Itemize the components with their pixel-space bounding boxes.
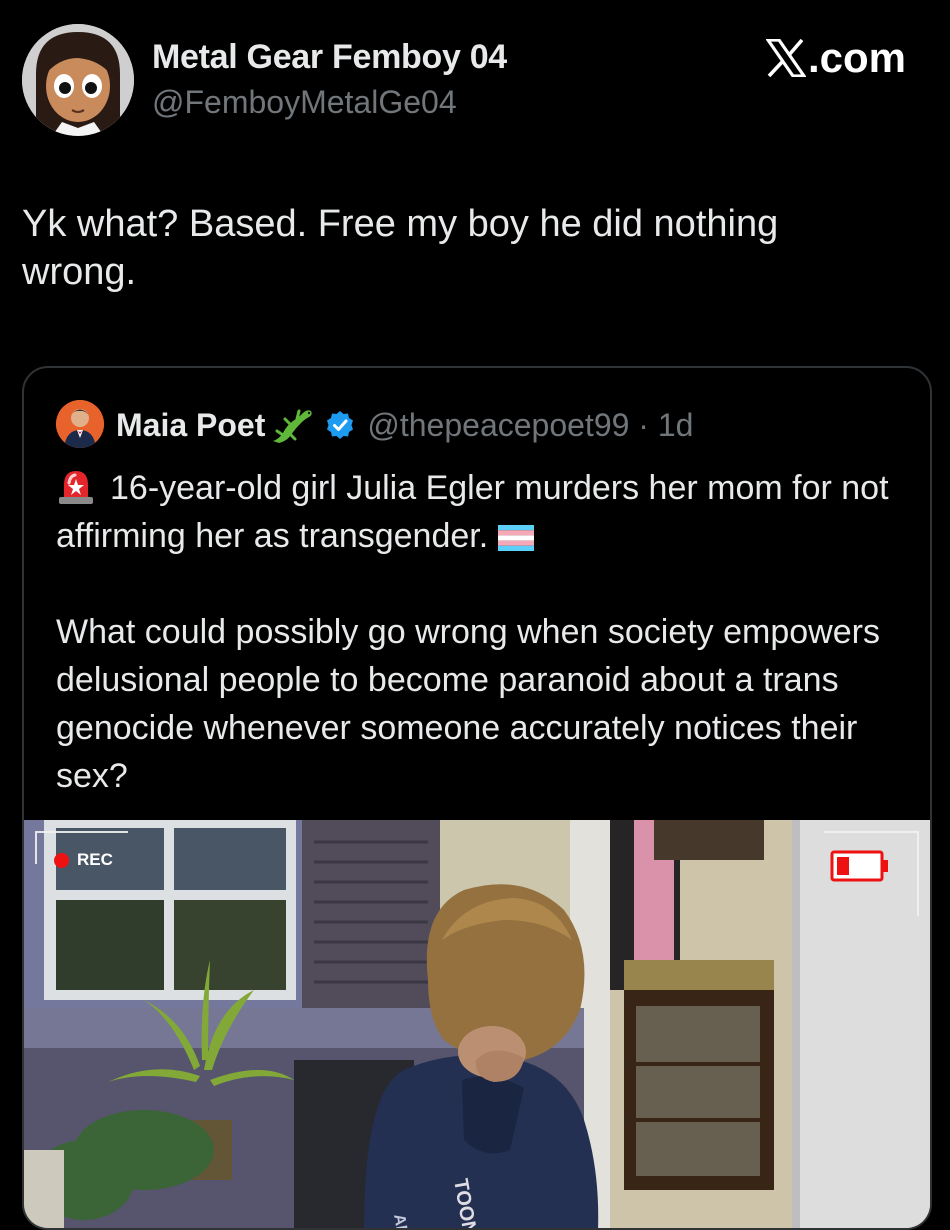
rec-label: REC — [77, 850, 113, 869]
quoted-author-avatar[interactable] — [56, 400, 104, 448]
person-avatar-icon — [56, 400, 104, 448]
lizard-emoji-icon — [273, 409, 313, 443]
verified-badge-icon — [327, 411, 354, 439]
quoted-author-handle-time[interactable]: @thepeacepoet99 · 1d — [367, 407, 693, 444]
low-battery-icon — [830, 850, 888, 882]
x-com-label: .com — [807, 34, 906, 81]
author-display-name[interactable]: Metal Gear Femboy 04 — [152, 38, 507, 77]
quoted-paragraph-1-text: 16-year-old girl Julia Egler murders her… — [56, 469, 889, 555]
quoted-tweet-header: Maia Poet @thepeacepoet99 · 1d — [116, 402, 693, 448]
record-dot-icon — [54, 852, 69, 868]
author-handle[interactable]: @FemboyMetalGe04 — [152, 84, 457, 121]
x-com-watermark: .com — [765, 34, 906, 82]
quoted-tweet-media[interactable]: TOON ALASKA REC — [24, 820, 930, 1228]
quoted-tweet-card[interactable]: Maia Poet @thepeacepoet99 · 1d 16-year-o… — [22, 366, 932, 1230]
tweet-text: Yk what? Based. Free my boy he did nothi… — [22, 203, 779, 293]
anime-girl-avatar-icon — [22, 24, 134, 136]
rec-indicator: REC — [54, 850, 113, 870]
security-camera-image: TOON ALASKA — [24, 820, 930, 1228]
police-siren-emoji-icon — [59, 471, 93, 504]
author-avatar[interactable] — [22, 24, 134, 136]
transgender-flag-emoji-icon — [498, 525, 535, 551]
quoted-tweet-text: 16-year-old girl Julia Egler murders her… — [56, 464, 906, 800]
x-logo-icon — [765, 39, 806, 77]
quoted-paragraph-1: 16-year-old girl Julia Egler murders her… — [56, 464, 906, 560]
quoted-paragraph-2: What could possibly go wrong when societ… — [56, 613, 880, 795]
quoted-author-name[interactable]: Maia Poet — [116, 407, 265, 444]
